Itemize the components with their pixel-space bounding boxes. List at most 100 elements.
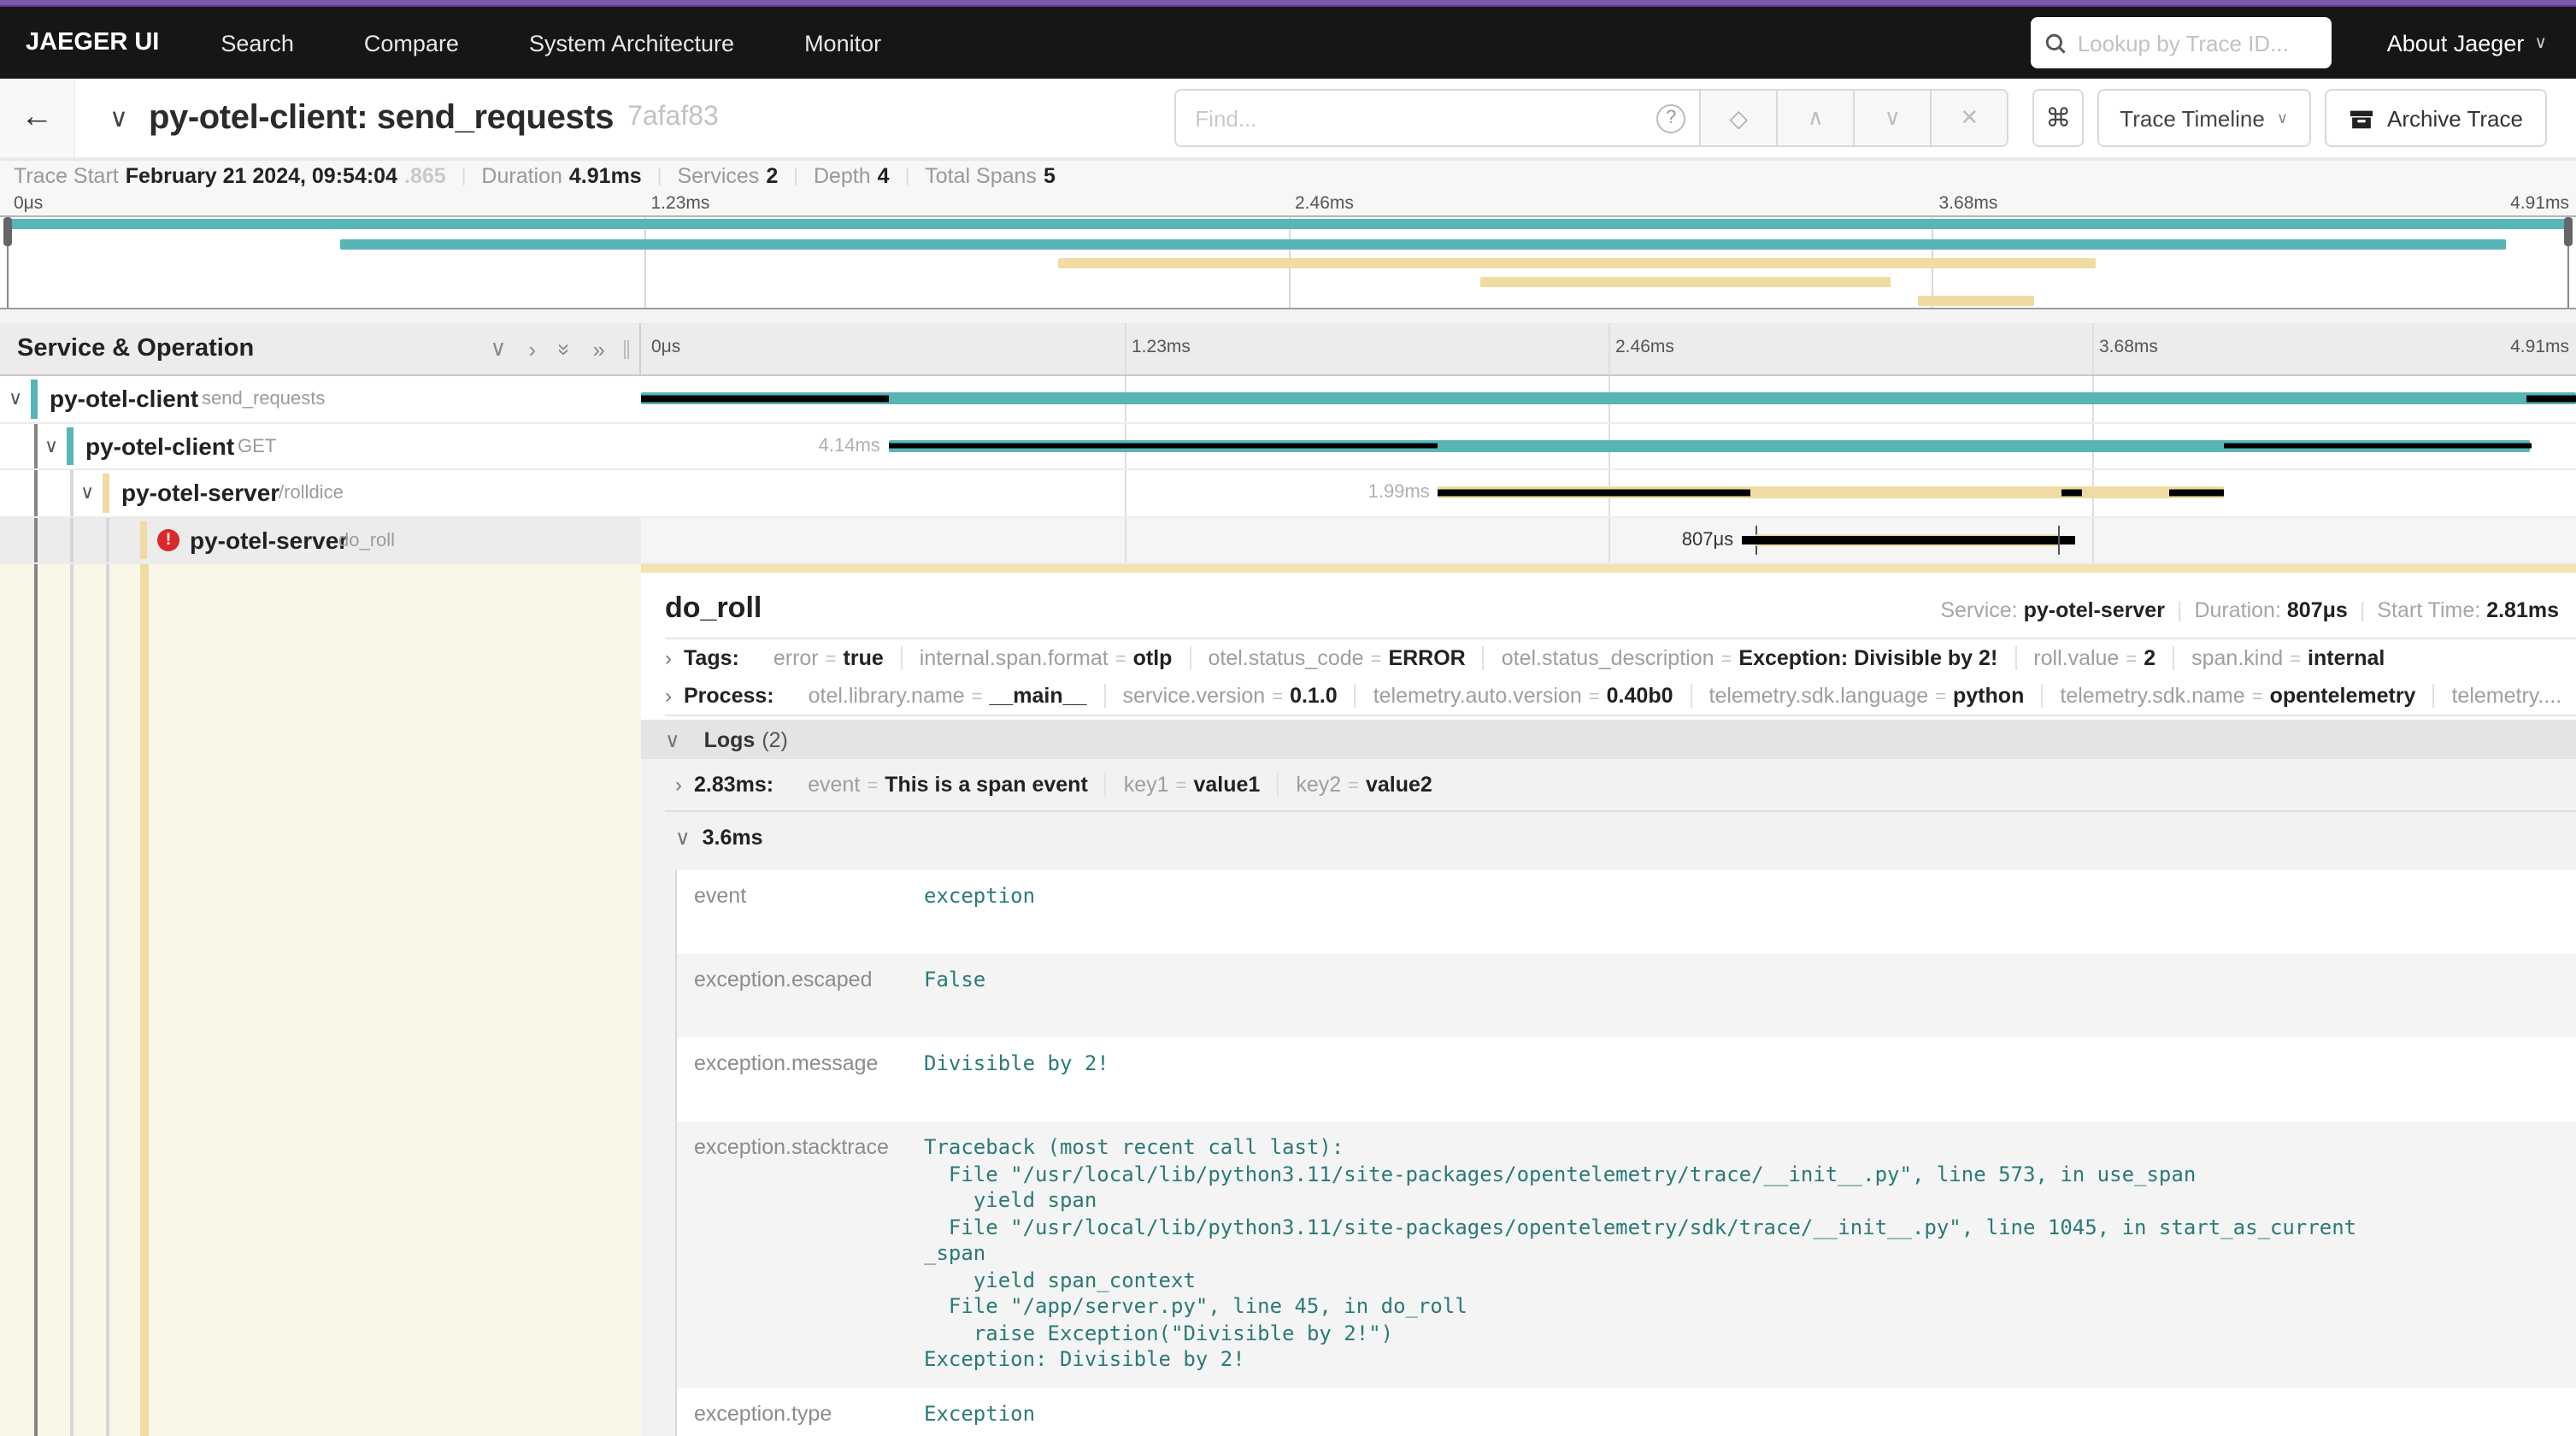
tags-row[interactable]: › Tags: error=true internal.span.format=… — [641, 639, 2576, 677]
nav-item-search[interactable]: Search — [221, 30, 294, 56]
prev-result-button[interactable]: ∧ — [1778, 89, 1855, 147]
critical-path-segment — [641, 396, 889, 402]
span-detail-row: do_roll Service: py-otel-server|Duration… — [0, 564, 2576, 1436]
span-operation: /rolldice — [279, 483, 344, 503]
locate-span-button[interactable]: ◇ — [1701, 89, 1778, 147]
find-help-icon[interactable]: ? — [1656, 103, 1685, 132]
chevron-down-icon: ∨ — [665, 727, 680, 751]
trace-id-short: 7afaf83 — [627, 103, 719, 133]
process-chip: telemetry.sdk.name=opentelemetry — [2043, 684, 2434, 708]
log-entry-collapsed[interactable]: › 2.83ms: event=This is a span event key… — [641, 759, 2576, 810]
services-value: 2 — [766, 164, 778, 188]
timeline-gridline — [1125, 323, 1126, 374]
chevron-right-icon: › — [665, 684, 672, 708]
span-row-rolldice[interactable]: ∨ py-otel-server /rolldice 1.99ms — [0, 470, 2576, 517]
process-chip: otel.library.name=__main__ — [791, 684, 1106, 708]
critical-path-segment — [889, 443, 1438, 449]
table-row: eventexception — [676, 870, 2575, 954]
minimap-span-bar — [1919, 296, 2034, 306]
tag-chip: error=true — [756, 646, 903, 670]
detail-span-meta: Service: py-otel-server|Duration: 807μs|… — [1940, 598, 2559, 622]
scrubber-grip[interactable] — [2564, 217, 2573, 246]
critical-path-segment — [2061, 490, 2083, 496]
process-row[interactable]: › Process: otel.library.name=__main__ se… — [641, 677, 2576, 715]
span-rows: ∨ py-otel-client send_requests ∨ py-otel… — [0, 376, 2576, 564]
viewport-scrubber-right[interactable] — [2567, 217, 2569, 308]
tree-guide — [34, 470, 38, 515]
depth-label: Depth — [814, 164, 871, 188]
column-resize-grip[interactable] — [624, 340, 629, 359]
tag-chip: span.kind=internal — [2174, 646, 2402, 670]
log-field-chip: key2=value2 — [1279, 773, 1450, 797]
timeline-tick: 1.23ms — [1132, 337, 1191, 357]
ruler-tick: 1.23ms — [651, 193, 710, 214]
chevron-right-icon: › — [665, 646, 672, 670]
tree-guide — [70, 517, 73, 562]
chevron-down-icon: ∨ — [2534, 33, 2547, 52]
span-color-strip — [140, 521, 147, 559]
logs-section-header[interactable]: ∨ Logs (2) — [641, 720, 2576, 759]
ruler-tick: 0μs — [14, 193, 43, 214]
critical-path-segment — [1438, 490, 1750, 496]
nav-item-system-architecture[interactable]: System Architecture — [529, 30, 734, 56]
minimap-span-bar — [340, 239, 2505, 250]
tag-chip: internal.span.format=otlp — [903, 646, 1191, 670]
trace-id-search-input[interactable] — [2078, 30, 2319, 56]
critical-path-segment — [2224, 443, 2532, 449]
trace-collapse-chevron[interactable]: ∨ — [109, 103, 128, 133]
span-detail-panel: do_roll Service: py-otel-server|Duration… — [641, 564, 2576, 1436]
viewport-scrubber-left[interactable] — [7, 217, 9, 308]
brand-logo[interactable]: JAEGER UI — [26, 29, 159, 56]
trace-title: py-otel-client: send_requests — [149, 98, 614, 138]
span-color-strip — [140, 564, 148, 1436]
span-operation: GET — [238, 436, 276, 456]
ruler-tick: 3.68ms — [1939, 193, 1998, 214]
collapse-all-icon[interactable]: » — [551, 343, 577, 355]
row-collapse-chevron[interactable]: ∨ — [9, 388, 22, 410]
span-row-send-requests[interactable]: ∨ py-otel-client send_requests — [0, 376, 2576, 423]
expand-all-icon[interactable]: » — [593, 336, 605, 362]
archive-trace-button[interactable]: Archive Trace — [2324, 89, 2547, 147]
minimap-span-bar — [7, 219, 2569, 229]
scrubber-grip[interactable] — [3, 217, 12, 246]
span-bar[interactable] — [641, 393, 2576, 405]
log-field-chip: key1=value1 — [1107, 773, 1279, 797]
minimap-span-bar — [1480, 277, 1891, 287]
timeline-column-header: Service & Operation ∨ › » » 0μs 1.23ms 2… — [0, 323, 2576, 376]
back-button[interactable]: ← — [0, 79, 75, 157]
tree-guide — [70, 470, 73, 515]
total-spans-label: Total Spans — [925, 164, 1037, 188]
service-operation-header: Service & Operation — [17, 335, 254, 362]
nav-item-compare[interactable]: Compare — [364, 30, 459, 56]
span-service: py-otel-client — [50, 385, 198, 413]
span-row-get[interactable]: ∨ py-otel-client GET 4.14ms — [0, 423, 2576, 470]
log-entry-expanded[interactable]: ∨ 3.6ms — [641, 812, 2576, 863]
trace-header: ← ∨ py-otel-client: send_requests 7afaf8… — [0, 79, 2576, 159]
tag-chip: otel.status_description=Exception: Divis… — [1485, 646, 2017, 670]
duration-label: Duration — [481, 164, 562, 188]
ruler-tick: 2.46ms — [1295, 193, 1354, 214]
row-collapse-chevron[interactable]: ∨ — [44, 435, 58, 457]
span-row-do-roll-selected[interactable]: ! py-otel-server do_roll 807μs — [0, 517, 2576, 564]
about-jaeger-menu[interactable]: About Jaeger ∨ — [2387, 30, 2547, 56]
clear-find-button[interactable]: ✕ — [1932, 89, 2008, 147]
keyboard-shortcuts-button[interactable]: ⌘ — [2032, 89, 2084, 147]
trace-start-fraction: .865 — [404, 164, 446, 188]
duration-value: 4.91ms — [569, 164, 642, 188]
next-result-button[interactable]: ∨ — [1855, 89, 1932, 147]
find-input[interactable] — [1195, 105, 1656, 131]
trace-id-search-box[interactable] — [2032, 17, 2332, 68]
span-accent-strip — [641, 564, 2576, 573]
collapse-one-icon[interactable]: ∨ — [490, 335, 506, 362]
trace-view-select[interactable]: Trace Timeline ∨ — [2097, 89, 2310, 147]
nav-item-monitor[interactable]: Monitor — [804, 30, 881, 56]
detail-duration-value: 807μs — [2287, 598, 2348, 622]
row-collapse-chevron[interactable]: ∨ — [80, 482, 94, 504]
trace-minimap[interactable] — [0, 215, 2576, 309]
detail-span-title: do_roll — [665, 591, 762, 626]
span-color-strip — [103, 474, 109, 512]
find-input-box[interactable]: ? — [1174, 89, 1701, 147]
minimap-span-bar — [1057, 258, 2095, 268]
top-accent-strip — [0, 0, 2576, 7]
expand-one-icon[interactable]: › — [528, 336, 536, 362]
